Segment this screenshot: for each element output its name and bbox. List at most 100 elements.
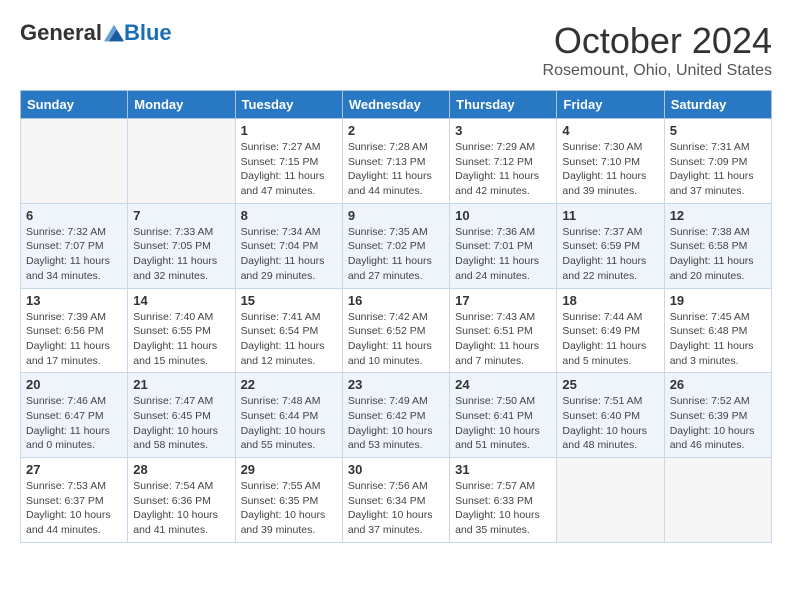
- day-number: 8: [241, 208, 337, 223]
- day-number: 5: [670, 123, 766, 138]
- calendar-week-5: 27Sunrise: 7:53 AM Sunset: 6:37 PM Dayli…: [21, 458, 772, 543]
- day-number: 18: [562, 293, 658, 308]
- day-number: 21: [133, 377, 229, 392]
- calendar-week-1: 1Sunrise: 7:27 AM Sunset: 7:15 PM Daylig…: [21, 119, 772, 204]
- day-number: 13: [26, 293, 122, 308]
- calendar-cell: [557, 458, 664, 543]
- calendar-cell: 9 Sunrise: 7:35 AM Sunset: 7:02 PM Daylig…: [342, 203, 449, 288]
- calendar-cell: 22 Sunrise: 7:48 AM Sunset: 6:44 PM Dayli…: [235, 373, 342, 458]
- day-number: 17: [455, 293, 551, 308]
- calendar-cell: 21 Sunrise: 7:47 AM Sunset: 6:45 PM Dayli…: [128, 373, 235, 458]
- calendar-cell: 17Sunrise: 7:43 AM Sunset: 6:51 PM Dayli…: [450, 288, 557, 373]
- calendar-cell: 15 Sunrise: 7:41 AM Sunset: 6:54 PM Dayli…: [235, 288, 342, 373]
- calendar-cell: 5 Sunrise: 7:31 AM Sunset: 7:09 PM Daylig…: [664, 119, 771, 204]
- day-info: Sunrise: 7:37 AM Sunset: 6:59 PM Dayligh…: [562, 225, 658, 284]
- day-info: Sunrise: 7:55 AM Sunset: 6:35 PM Dayligh…: [241, 479, 337, 538]
- day-info: Sunrise: 7:56 AM Sunset: 6:34 PM Dayligh…: [348, 479, 444, 538]
- header-row: SundayMondayTuesdayWednesdayThursdayFrid…: [21, 91, 772, 119]
- day-info: Sunrise: 7:31 AM Sunset: 7:09 PM Dayligh…: [670, 140, 766, 199]
- day-info: Sunrise: 7:46 AM Sunset: 6:47 PM Dayligh…: [26, 394, 122, 453]
- calendar-cell: 29 Sunrise: 7:55 AM Sunset: 6:35 PM Dayli…: [235, 458, 342, 543]
- calendar-cell: [128, 119, 235, 204]
- calendar-cell: 30 Sunrise: 7:56 AM Sunset: 6:34 PM Dayli…: [342, 458, 449, 543]
- calendar-cell: 11 Sunrise: 7:37 AM Sunset: 6:59 PM Dayli…: [557, 203, 664, 288]
- calendar-cell: [664, 458, 771, 543]
- header-cell-friday: Friday: [557, 91, 664, 119]
- calendar-cell: 14Sunrise: 7:40 AM Sunset: 6:55 PM Dayli…: [128, 288, 235, 373]
- calendar-cell: 19Sunrise: 7:45 AM Sunset: 6:48 PM Dayli…: [664, 288, 771, 373]
- location: Rosemount, Ohio, United States: [543, 62, 772, 80]
- month-title: October 2024: [543, 20, 772, 62]
- calendar-cell: 6 Sunrise: 7:32 AM Sunset: 7:07 PM Daylig…: [21, 203, 128, 288]
- calendar-cell: 18Sunrise: 7:44 AM Sunset: 6:49 PM Dayli…: [557, 288, 664, 373]
- calendar-cell: 28 Sunrise: 7:54 AM Sunset: 6:36 PM Dayli…: [128, 458, 235, 543]
- day-number: 6: [26, 208, 122, 223]
- day-info: Sunrise: 7:39 AM Sunset: 6:56 PM Dayligh…: [26, 310, 122, 369]
- day-number: 24: [455, 377, 551, 392]
- day-info: Sunrise: 7:33 AM Sunset: 7:05 PM Dayligh…: [133, 225, 229, 284]
- day-number: 11: [562, 208, 658, 223]
- day-number: 7: [133, 208, 229, 223]
- day-number: 2: [348, 123, 444, 138]
- calendar-cell: 31 Sunrise: 7:57 AM Sunset: 6:33 PM Dayli…: [450, 458, 557, 543]
- logo-general: General: [20, 20, 102, 46]
- header-cell-sunday: Sunday: [21, 91, 128, 119]
- day-number: 26: [670, 377, 766, 392]
- day-info: Sunrise: 7:42 AM Sunset: 6:52 PM Dayligh…: [348, 310, 444, 369]
- day-info: Sunrise: 7:52 AM Sunset: 6:39 PM Dayligh…: [670, 394, 766, 453]
- page-header: General Blue October 2024 Rosemount, Ohi…: [20, 20, 772, 80]
- calendar-cell: 7 Sunrise: 7:33 AM Sunset: 7:05 PM Daylig…: [128, 203, 235, 288]
- header-cell-monday: Monday: [128, 91, 235, 119]
- day-info: Sunrise: 7:41 AM Sunset: 6:54 PM Dayligh…: [241, 310, 337, 369]
- day-info: Sunrise: 7:40 AM Sunset: 6:55 PM Dayligh…: [133, 310, 229, 369]
- calendar-cell: 23 Sunrise: 7:49 AM Sunset: 6:42 PM Dayli…: [342, 373, 449, 458]
- day-number: 30: [348, 462, 444, 477]
- day-number: 15: [241, 293, 337, 308]
- day-info: Sunrise: 7:36 AM Sunset: 7:01 PM Dayligh…: [455, 225, 551, 284]
- day-info: Sunrise: 7:57 AM Sunset: 6:33 PM Dayligh…: [455, 479, 551, 538]
- day-info: Sunrise: 7:29 AM Sunset: 7:12 PM Dayligh…: [455, 140, 551, 199]
- calendar-cell: 25Sunrise: 7:51 AM Sunset: 6:40 PM Dayli…: [557, 373, 664, 458]
- calendar-week-2: 6 Sunrise: 7:32 AM Sunset: 7:07 PM Daylig…: [21, 203, 772, 288]
- logo-icon: [104, 23, 124, 43]
- day-number: 31: [455, 462, 551, 477]
- calendar-cell: 3Sunrise: 7:29 AM Sunset: 7:12 PM Daylig…: [450, 119, 557, 204]
- header-cell-saturday: Saturday: [664, 91, 771, 119]
- day-number: 19: [670, 293, 766, 308]
- day-info: Sunrise: 7:49 AM Sunset: 6:42 PM Dayligh…: [348, 394, 444, 453]
- logo-blue: Blue: [124, 20, 172, 46]
- calendar-week-4: 20Sunrise: 7:46 AM Sunset: 6:47 PM Dayli…: [21, 373, 772, 458]
- day-info: Sunrise: 7:28 AM Sunset: 7:13 PM Dayligh…: [348, 140, 444, 199]
- day-info: Sunrise: 7:48 AM Sunset: 6:44 PM Dayligh…: [241, 394, 337, 453]
- day-number: 23: [348, 377, 444, 392]
- day-number: 28: [133, 462, 229, 477]
- header-cell-thursday: Thursday: [450, 91, 557, 119]
- calendar-cell: 4Sunrise: 7:30 AM Sunset: 7:10 PM Daylig…: [557, 119, 664, 204]
- calendar-cell: 20Sunrise: 7:46 AM Sunset: 6:47 PM Dayli…: [21, 373, 128, 458]
- calendar-cell: 27Sunrise: 7:53 AM Sunset: 6:37 PM Dayli…: [21, 458, 128, 543]
- header-cell-wednesday: Wednesday: [342, 91, 449, 119]
- day-number: 16: [348, 293, 444, 308]
- day-number: 22: [241, 377, 337, 392]
- day-info: Sunrise: 7:54 AM Sunset: 6:36 PM Dayligh…: [133, 479, 229, 538]
- day-number: 10: [455, 208, 551, 223]
- day-number: 1: [241, 123, 337, 138]
- calendar-cell: 12Sunrise: 7:38 AM Sunset: 6:58 PM Dayli…: [664, 203, 771, 288]
- calendar-cell: 26 Sunrise: 7:52 AM Sunset: 6:39 PM Dayli…: [664, 373, 771, 458]
- day-number: 9: [348, 208, 444, 223]
- calendar-header: SundayMondayTuesdayWednesdayThursdayFrid…: [21, 91, 772, 119]
- calendar-cell: 1Sunrise: 7:27 AM Sunset: 7:15 PM Daylig…: [235, 119, 342, 204]
- title-section: October 2024 Rosemount, Ohio, United Sta…: [543, 20, 772, 80]
- day-info: Sunrise: 7:34 AM Sunset: 7:04 PM Dayligh…: [241, 225, 337, 284]
- day-number: 29: [241, 462, 337, 477]
- day-info: Sunrise: 7:35 AM Sunset: 7:02 PM Dayligh…: [348, 225, 444, 284]
- day-info: Sunrise: 7:38 AM Sunset: 6:58 PM Dayligh…: [670, 225, 766, 284]
- day-number: 27: [26, 462, 122, 477]
- calendar-cell: 13 Sunrise: 7:39 AM Sunset: 6:56 PM Dayli…: [21, 288, 128, 373]
- day-number: 4: [562, 123, 658, 138]
- day-number: 25: [562, 377, 658, 392]
- day-info: Sunrise: 7:32 AM Sunset: 7:07 PM Dayligh…: [26, 225, 122, 284]
- calendar-cell: 24Sunrise: 7:50 AM Sunset: 6:41 PM Dayli…: [450, 373, 557, 458]
- header-cell-tuesday: Tuesday: [235, 91, 342, 119]
- day-info: Sunrise: 7:47 AM Sunset: 6:45 PM Dayligh…: [133, 394, 229, 453]
